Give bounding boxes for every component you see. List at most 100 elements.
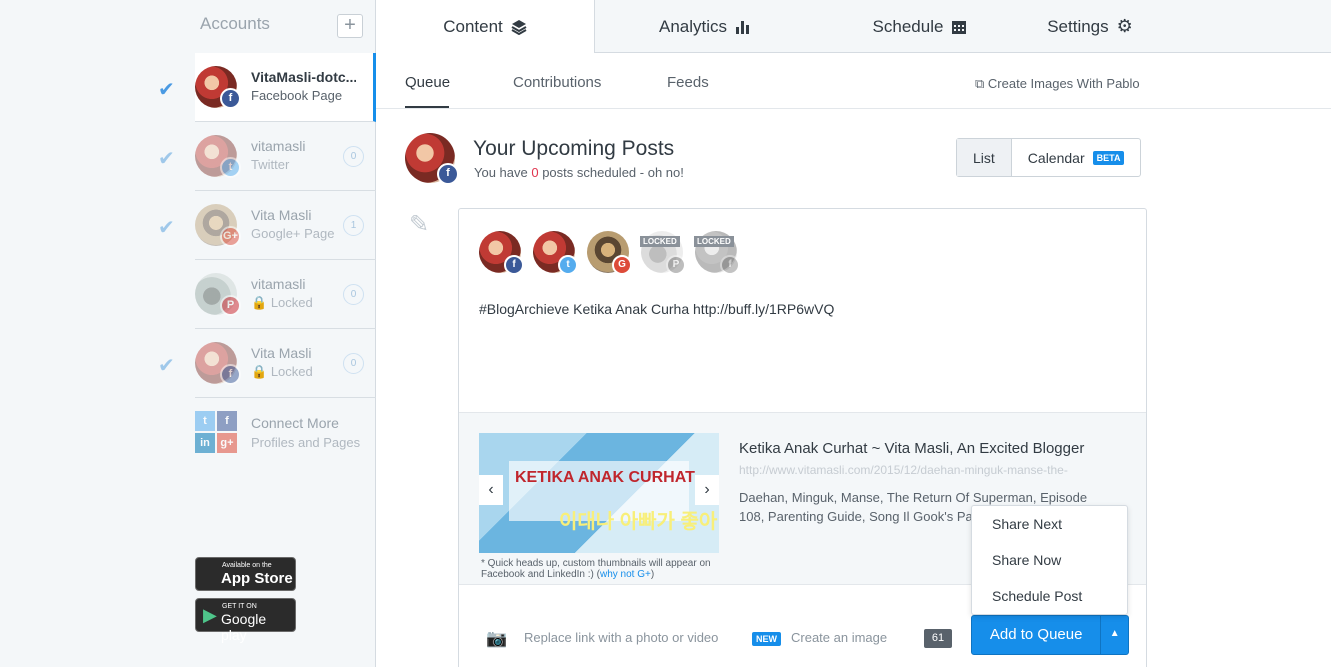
queue-count-badge: 1 — [343, 215, 364, 236]
external-link-icon: ⧉ — [975, 76, 985, 91]
queue-options-menu: Share Next Share Now Schedule Post — [971, 505, 1128, 615]
queue-count-badge: 0 — [343, 284, 364, 305]
profile-selector-facebook-locked[interactable]: f LOCKED — [694, 231, 740, 275]
play-icon: ▶ — [203, 605, 217, 625]
replace-link-button[interactable]: Replace link with a photo or video — [524, 630, 718, 645]
thumbnail-next-button[interactable]: › — [695, 475, 719, 505]
check-icon[interactable]: ✔ — [158, 146, 175, 171]
account-type: 🔒 Locked — [251, 295, 313, 311]
google-plus-icon: G — [612, 255, 632, 275]
create-image-button[interactable]: Create an image — [791, 630, 887, 645]
tab-analytics-label: Analytics — [658, 16, 728, 36]
account-type: Twitter — [251, 157, 290, 172]
app-store-small: Available on the — [222, 562, 272, 569]
why-not-gplus-link[interactable]: why not G+ — [600, 569, 651, 580]
google-plus-icon: G+ — [220, 226, 241, 247]
check-icon[interactable]: ✔ — [158, 77, 175, 102]
menu-item-schedule-post[interactable]: Schedule Post — [992, 588, 1082, 604]
add-to-queue-button[interactable]: Add to Queue — [972, 616, 1100, 654]
tab-settings[interactable]: Settings ⚙ — [1030, 0, 1150, 53]
check-icon[interactable]: ✔ — [158, 215, 175, 240]
thumbnail-caption: 이대나 아빠가 좋아 — [559, 511, 718, 533]
account-row-pinterest[interactable]: P vitamasli 🔒 Locked 0 — [195, 260, 376, 329]
profile-avatar: f — [405, 133, 459, 185]
subtab-feeds[interactable]: Feeds — [667, 74, 709, 91]
connect-more-profiles[interactable]: t f in g+ Connect More Profiles and Page… — [195, 411, 376, 461]
bar-chart-icon — [736, 20, 750, 34]
account-row-facebook-page[interactable]: ✔ f VitaMasli-dotc... Facebook Page — [158, 53, 376, 122]
account-type: Facebook Page — [251, 88, 343, 103]
account-type: Google+ Page — [251, 226, 335, 241]
account-type-label: Locked — [270, 295, 313, 310]
profile-selector-twitter[interactable]: t — [533, 231, 578, 275]
sub-prefix: You have — [474, 165, 532, 180]
create-images-with-pablo-link[interactable]: ⧉ Create Images With Pablo — [975, 76, 1140, 92]
profile-selector-pinterest-locked[interactable]: P LOCKED — [640, 231, 686, 275]
posts-scheduled-text: You have 0 posts scheduled - oh no! — [474, 165, 684, 180]
twitter-icon: t — [220, 157, 241, 178]
profile-selector-facebook[interactable]: f — [479, 231, 524, 275]
list-view-button[interactable]: List — [957, 139, 1012, 176]
thumbnail-title: KETIKA ANAK CURHAT — [515, 469, 695, 486]
pencil-icon: ✎ — [409, 211, 430, 238]
connect-title: Connect More — [251, 415, 339, 431]
scheduled-count: 0 — [531, 165, 539, 180]
sidebar: Accounts + ✔ f VitaMasli-dotc... Faceboo… — [0, 0, 376, 667]
account-type: 🔒 Locked — [251, 364, 313, 380]
tab-content[interactable]: Content — [376, 0, 595, 53]
facebook-icon: f — [217, 411, 237, 431]
account-type-label: Locked — [270, 364, 313, 379]
google-play-badge[interactable]: ▶ GET IT ON Google play — [195, 598, 296, 643]
menu-item-share-now[interactable]: Share Now — [992, 552, 1061, 568]
add-account-button[interactable]: + — [337, 14, 363, 38]
connect-sub: Profiles and Pages — [251, 435, 361, 450]
lock-icon: 🔒 — [251, 364, 268, 379]
accounts-header: Accounts — [200, 14, 270, 33]
queue-count-badge: 0 — [343, 353, 364, 374]
account-row-google-plus[interactable]: ✔ G+ Vita Masli Google+ Page 1 — [158, 191, 376, 260]
calendar-icon — [952, 20, 967, 34]
gear-icon: ⚙ — [1116, 16, 1133, 36]
page-title: Your Upcoming Posts — [473, 137, 675, 160]
add-to-queue-split-button: Add to Queue ▲ — [971, 615, 1129, 655]
link-title[interactable]: Ketika Anak Curhat ~ Vita Masli, An Exci… — [739, 440, 1084, 457]
app-store-badge[interactable]: Available on the App Store — [195, 557, 296, 591]
account-name: vitamasli — [251, 276, 306, 292]
account-name: Vita Masli — [251, 345, 312, 361]
pinterest-icon: P — [666, 255, 686, 275]
locked-badge: LOCKED — [640, 236, 680, 247]
check-icon[interactable]: ✔ — [158, 353, 175, 378]
subtab-contributions[interactable]: Contributions — [513, 74, 601, 91]
link-thumbnail: KETIKA ANAK CURHAT 이대나 아빠가 좋아 ‹ › — [479, 433, 719, 553]
facebook-icon: f — [220, 364, 241, 385]
account-name: VitaMasli-dotc... — [251, 69, 356, 85]
thumbnail-prev-button[interactable]: ‹ — [479, 475, 503, 505]
pablo-label: Create Images With Pablo — [987, 76, 1140, 91]
account-name: Vita Masli — [251, 207, 312, 223]
thumbnail-note: * Quick heads up, custom thumbnails will… — [481, 558, 721, 580]
divider — [376, 108, 1331, 109]
account-row-facebook-locked[interactable]: ✔ f Vita Masli 🔒 Locked 0 — [158, 329, 376, 398]
calendar-label: Calendar — [1027, 149, 1085, 166]
google-play-small: GET IT ON — [222, 603, 257, 610]
google-play-label: Google play — [221, 611, 267, 643]
google-plus-icon: g+ — [217, 433, 237, 453]
link-url: http://www.vitamasli.com/2015/12/daehan-… — [739, 463, 1068, 477]
calendar-view-button[interactable]: Calendar BETA — [1012, 139, 1141, 176]
twitter-icon: t — [558, 255, 578, 275]
profile-selector-google-plus[interactable]: G — [587, 231, 632, 275]
post-text-input[interactable]: #BlogArchieve Ketika Anak Curha http://b… — [479, 301, 834, 317]
beta-badge: BETA — [1092, 150, 1125, 165]
tab-schedule[interactable]: Schedule — [860, 0, 980, 53]
subtab-queue[interactable]: Queue — [405, 74, 450, 91]
note-text: * Quick heads up, custom thumbnails will… — [481, 558, 711, 580]
menu-item-share-next[interactable]: Share Next — [992, 516, 1062, 532]
facebook-icon: f — [720, 255, 740, 275]
caret-up-icon[interactable]: ▲ — [1100, 616, 1128, 654]
tab-analytics[interactable]: Analytics — [640, 0, 770, 53]
view-toggle: List Calendar BETA — [956, 138, 1142, 177]
new-badge: NEW — [752, 632, 781, 646]
facebook-icon: f — [220, 88, 241, 109]
account-row-twitter[interactable]: ✔ t vitamasli Twitter 0 — [158, 122, 376, 191]
camera-icon[interactable]: 📷 — [486, 629, 507, 649]
